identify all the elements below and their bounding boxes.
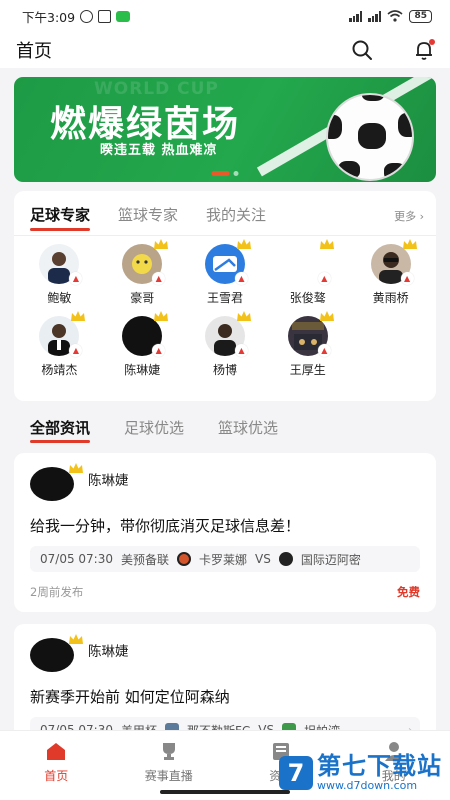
tab-football-picks[interactable]: 足球优选	[124, 417, 184, 441]
expert-name: 鲍敏	[47, 291, 72, 305]
expert-item[interactable]: ▲ 鲍敏	[18, 244, 101, 306]
hot-badge-icon: ▲	[69, 344, 83, 357]
experts-card: 足球专家 篮球专家 我的关注 更多 › ▲ 鲍敏 ▲ 豪哥 ▲ 王雪君 ▲ 张俊…	[14, 191, 436, 401]
soccer-ball-image	[326, 93, 414, 181]
expert-grid: ▲ 鲍敏 ▲ 豪哥 ▲ 王雪君 ▲ 张俊骜 ▲ 黄雨桥 ▲ 杨靖杰 ▲ 陈琳婕 …	[14, 236, 436, 378]
signal-icon	[349, 10, 363, 22]
expert-item[interactable]: ▲ 豪哥	[101, 239, 184, 306]
tab-all-news[interactable]: 全部资讯	[30, 417, 91, 443]
status-time: 下午3:09	[22, 9, 76, 25]
expert-name: 陈琳婕	[124, 363, 161, 377]
notification-button[interactable]	[412, 38, 436, 62]
expert-name: 黄雨桥	[372, 291, 409, 305]
nav-label: 赛事直播	[144, 769, 193, 783]
watermark-logo-icon: 7	[279, 755, 313, 790]
expert-item[interactable]: ▲ 杨博	[184, 311, 267, 378]
team-logo-icon	[177, 552, 191, 566]
status-bar: 下午3:09 85	[0, 0, 450, 32]
promo-banner[interactable]: WORLD CUP 燃爆绿茵场 暌违五载 热血难凉	[14, 77, 436, 182]
tab-basketball-experts[interactable]: 篮球专家	[118, 204, 178, 229]
hot-badge-icon: ▲	[234, 344, 248, 357]
price-badge: 免费	[397, 585, 420, 599]
search-button[interactable]	[350, 38, 374, 62]
crown-icon	[319, 311, 334, 321]
more-label: 更多	[394, 210, 417, 223]
hot-badge-icon: ▲	[400, 272, 414, 285]
crown-icon	[319, 239, 334, 249]
expert-item[interactable]: ▲ 王雪君	[184, 239, 267, 306]
crown-icon	[236, 311, 251, 321]
nav-home[interactable]: 首页	[0, 731, 113, 800]
pagination-dot-active	[211, 171, 230, 176]
versus-label: VS	[255, 552, 271, 566]
crown-icon	[402, 239, 417, 249]
expert-item[interactable]: ▲ 王厚生	[266, 311, 349, 378]
page-title: 首页	[16, 41, 52, 62]
nav-label: 首页	[44, 769, 69, 783]
news-author[interactable]: 陈琳婕	[30, 463, 420, 501]
watermark-title: 第七下载站	[317, 752, 442, 780]
crown-icon	[71, 311, 86, 321]
notification-dot	[429, 39, 435, 45]
tab-basketball-picks[interactable]: 篮球优选	[218, 417, 278, 441]
more-link[interactable]: 更多 ›	[394, 208, 424, 224]
expert-item[interactable]: ▲ 陈琳婕	[101, 311, 184, 378]
site-watermark: 7 第七下载站 www.d7down.com	[279, 753, 442, 792]
author-name: 陈琳婕	[88, 473, 129, 489]
search-icon	[352, 40, 372, 60]
hot-badge-icon: ▲	[234, 272, 248, 285]
expert-item[interactable]: ▲ 杨靖杰	[18, 311, 101, 378]
crown-icon	[69, 634, 83, 644]
crown-icon	[69, 463, 83, 473]
alarm-icon	[80, 9, 94, 23]
wifi-icon	[387, 10, 403, 22]
news-author[interactable]: 陈琳婕	[30, 634, 420, 672]
banner-pagination	[211, 171, 239, 176]
match-league: 美预备联	[120, 552, 169, 567]
hot-badge-icon: ▲	[152, 344, 166, 357]
home-team: 卡罗莱娜	[199, 552, 248, 567]
team-logo-icon	[278, 552, 293, 566]
home-icon	[47, 743, 66, 760]
crown-icon	[154, 239, 169, 249]
news-title: 新赛季开始前 如何定位阿森纳	[30, 688, 230, 706]
battery-icon: 85	[409, 9, 432, 23]
signal-icon-2	[368, 10, 382, 22]
expert-name: 杨博	[212, 363, 237, 377]
expert-tabs: 足球专家 篮球专家 我的关注 更多 ›	[14, 203, 436, 231]
banner-subtitle: 暌违五载 热血难凉	[100, 143, 218, 158]
expert-name: 张俊骜	[289, 291, 326, 305]
hot-badge-icon: ▲	[69, 272, 83, 285]
publish-time: 2周前发布	[30, 585, 84, 599]
chevron-right-icon: ›	[419, 210, 424, 223]
hot-badge-icon: ▲	[317, 344, 331, 357]
crown-icon	[154, 311, 169, 321]
pagination-dot	[233, 171, 239, 176]
tab-my-follows[interactable]: 我的关注	[206, 204, 266, 229]
expert-name: 豪哥	[130, 291, 155, 305]
nfc-icon	[98, 9, 112, 23]
match-datetime: 07/05 07:30	[40, 552, 113, 566]
hot-badge-icon: ▲	[317, 272, 331, 285]
crown-icon	[236, 239, 251, 249]
tab-football-experts[interactable]: 足球专家	[30, 204, 91, 231]
wechat-icon	[116, 10, 131, 22]
home-indicator[interactable]	[160, 790, 290, 794]
watermark-url: www.d7down.com	[317, 779, 418, 792]
match-info[interactable]: 07/05 07:30 美预备联 卡罗莱娜 VS 国际迈阿密	[30, 546, 420, 572]
news-card[interactable]: 陈琳婕 给我一分钟，带你彻底消灭足球信息差！ 07/05 07:30 美预备联 …	[14, 453, 436, 612]
expert-name: 王厚生	[289, 363, 326, 377]
news-tabs: 全部资讯 足球优选 篮球优选	[0, 415, 450, 443]
trophy-icon	[162, 743, 175, 760]
away-team: 国际迈阿密	[300, 552, 361, 567]
expert-item[interactable]: ▲ 张俊骜	[266, 239, 349, 306]
author-name: 陈琳婕	[88, 644, 129, 660]
app-header: 首页	[0, 32, 450, 68]
expert-item[interactable]: ▲ 黄雨桥	[349, 239, 432, 306]
hot-badge-icon: ▲	[152, 272, 166, 285]
expert-name: 王雪君	[206, 291, 243, 305]
news-title: 给我一分钟，带你彻底消灭足球信息差！	[30, 517, 301, 535]
expert-name: 杨靖杰	[41, 363, 78, 377]
